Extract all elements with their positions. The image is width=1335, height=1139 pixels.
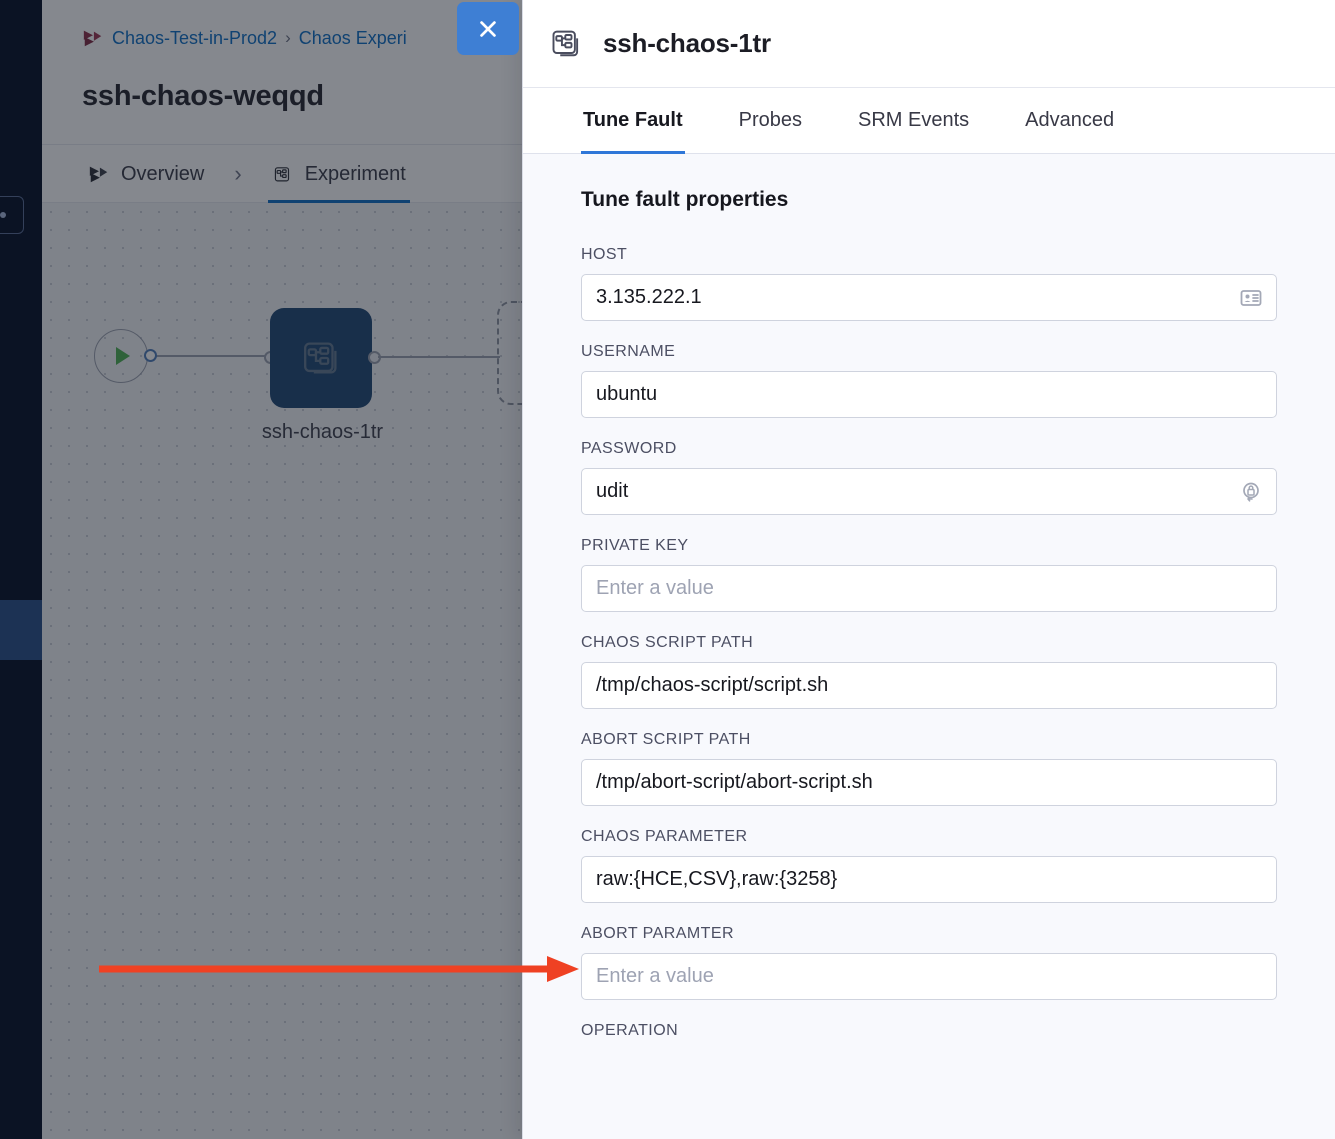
rail-item-active[interactable] — [0, 600, 42, 660]
field-abort-script-path: ABORT SCRIPT PATH /tmp/abort-script/abor… — [581, 731, 1277, 806]
tab-overview-label: Overview — [121, 145, 204, 203]
field-operation: OPERATION — [581, 1022, 1277, 1040]
harness-logo-icon — [88, 163, 110, 185]
abort-parameter-input[interactable]: Enter a value — [581, 953, 1277, 1000]
field-private-key: PRIVATE KEY Enter a value — [581, 537, 1277, 612]
tab-tune-fault-label: Tune Fault — [583, 109, 683, 132]
chaos-parameter-input[interactable]: raw:{HCE,CSV},raw:{3258} — [581, 856, 1277, 903]
chaos-script-path-input[interactable]: /tmp/chaos-script/script.sh — [581, 662, 1277, 709]
secret-lock-icon[interactable] — [1239, 480, 1263, 504]
field-abort-parameter-label: ABORT PARAMTER — [581, 925, 1277, 943]
tab-tune-fault[interactable]: Tune Fault — [581, 89, 685, 154]
private-key-input-placeholder: Enter a value — [596, 577, 714, 600]
field-abort-parameter: ABORT PARAMTER Enter a value — [581, 925, 1277, 1000]
tab-srm-events-label: SRM Events — [858, 109, 969, 132]
start-node[interactable] — [94, 329, 148, 383]
field-password: PASSWORD udit — [581, 440, 1277, 515]
field-chaos-script-path-label: CHAOS SCRIPT PATH — [581, 634, 1277, 652]
chaos-parameter-value: raw:{HCE,CSV},raw:{3258} — [596, 868, 837, 891]
drawer-tab-bar[interactable]: Tune Fault Probes SRM Events Advanced — [523, 88, 1335, 154]
field-chaos-script-path: CHAOS SCRIPT PATH /tmp/chaos-script/scri… — [581, 634, 1277, 709]
play-icon — [116, 347, 130, 365]
field-password-label: PASSWORD — [581, 440, 1277, 458]
chevron-right-icon: › — [234, 161, 241, 187]
edge-node-to-next — [378, 356, 500, 358]
chaos-fault-icon — [272, 163, 294, 185]
canvas-node-label: ssh-chaos-1tr — [205, 421, 440, 444]
close-drawer-button[interactable] — [457, 2, 519, 55]
left-nav-rail[interactable] — [0, 0, 42, 1139]
chaos-script-path-value: /tmp/chaos-script/script.sh — [596, 674, 828, 697]
field-chaos-parameter: CHAOS PARAMETER raw:{HCE,CSV},raw:{3258} — [581, 828, 1277, 903]
field-private-key-label: PRIVATE KEY — [581, 537, 1277, 555]
tune-fault-form: Tune fault properties HOST 3.135.222.1 U… — [523, 154, 1335, 1040]
tab-probes[interactable]: Probes — [737, 89, 804, 154]
field-abort-script-path-label: ABORT SCRIPT PATH — [581, 731, 1277, 749]
page-title: ssh-chaos-weqqd — [82, 80, 324, 113]
drawer-header: ssh-chaos-1tr — [523, 0, 1335, 88]
breadcrumb-separator: › — [285, 28, 291, 48]
tune-fault-drawer: ssh-chaos-1tr Tune Fault Probes SRM Even… — [522, 0, 1335, 1139]
password-input[interactable]: udit — [581, 468, 1277, 515]
field-username-label: USERNAME — [581, 343, 1277, 361]
field-operation-label: OPERATION — [581, 1022, 1277, 1040]
field-chaos-parameter-label: CHAOS PARAMETER — [581, 828, 1277, 846]
private-key-input[interactable]: Enter a value — [581, 565, 1277, 612]
tab-srm-events[interactable]: SRM Events — [856, 89, 971, 154]
breadcrumb[interactable]: Chaos-Test-in-Prod2 › Chaos Experi — [82, 27, 407, 49]
username-input-value: ubuntu — [596, 383, 657, 406]
password-input-value: udit — [596, 480, 628, 503]
host-input-value: 3.135.222.1 — [596, 286, 702, 309]
form-section-title: Tune fault properties — [581, 188, 1277, 212]
abort-parameter-placeholder: Enter a value — [596, 965, 714, 988]
field-host: HOST 3.135.222.1 — [581, 246, 1277, 321]
tab-advanced-label: Advanced — [1025, 109, 1114, 132]
username-input[interactable]: ubuntu — [581, 371, 1277, 418]
tab-overview[interactable]: Overview — [84, 145, 208, 203]
harness-logo-icon — [82, 27, 104, 49]
close-icon — [477, 18, 499, 40]
abort-script-path-input[interactable]: /tmp/abort-script/abort-script.sh — [581, 759, 1277, 806]
rail-dot-icon — [0, 212, 6, 218]
chaos-fault-icon — [549, 26, 585, 62]
breadcrumb-item-1[interactable]: Chaos Experi — [299, 28, 407, 49]
breadcrumb-item-0[interactable]: Chaos-Test-in-Prod2 — [112, 28, 277, 49]
field-username: USERNAME ubuntu — [581, 343, 1277, 418]
canvas-node-ssh-chaos[interactable] — [270, 308, 372, 408]
drawer-title: ssh-chaos-1tr — [603, 28, 771, 59]
contact-card-icon[interactable] — [1239, 286, 1263, 310]
tab-experiment-label: Experiment — [305, 145, 406, 203]
host-input[interactable]: 3.135.222.1 — [581, 274, 1277, 321]
tab-experiment[interactable]: Experiment — [268, 145, 410, 203]
chaos-fault-icon — [298, 335, 344, 381]
field-host-label: HOST — [581, 246, 1277, 264]
abort-script-path-value: /tmp/abort-script/abort-script.sh — [596, 771, 873, 794]
app-screenshot: Chaos-Test-in-Prod2 › Chaos Experi ssh-c… — [0, 0, 1335, 1139]
port-start-out[interactable] — [144, 349, 157, 362]
annotation-arrow — [95, 952, 585, 988]
tab-advanced[interactable]: Advanced — [1023, 89, 1116, 154]
edge-start-to-node — [154, 355, 266, 357]
tab-probes-label: Probes — [739, 109, 802, 132]
